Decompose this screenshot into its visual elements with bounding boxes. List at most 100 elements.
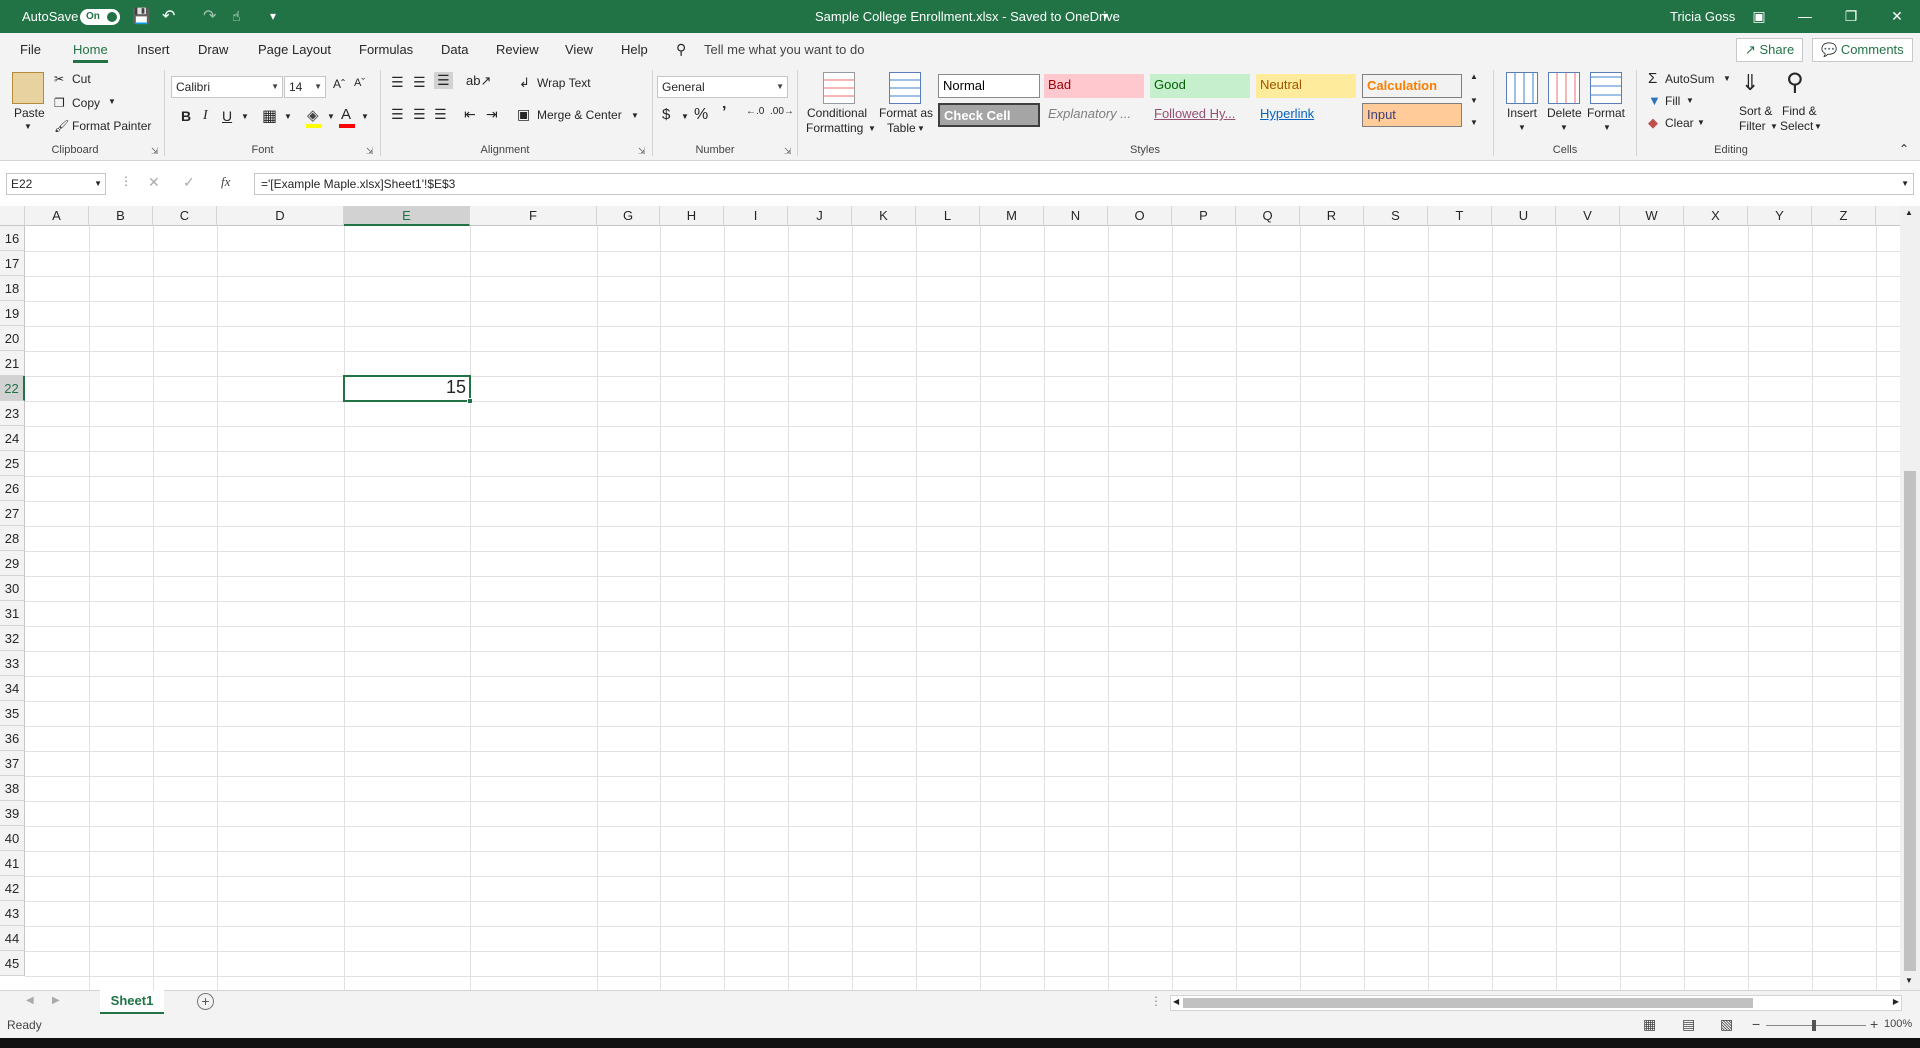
undo-icon[interactable]: ↶ xyxy=(162,0,175,33)
row-header[interactable]: 28 xyxy=(0,526,25,551)
share-button[interactable]: ↗ Share xyxy=(1736,38,1804,62)
document-title[interactable]: Sample College Enrollment.xlsx - Saved t… xyxy=(815,0,1120,33)
row-header-selected[interactable]: 22 xyxy=(0,376,25,401)
horizontal-scroll-thumb[interactable] xyxy=(1183,998,1753,1008)
column-header[interactable]: B xyxy=(89,206,153,226)
merge-center-icon[interactable]: ▣ xyxy=(517,106,530,123)
row-header[interactable]: 20 xyxy=(0,326,25,351)
autosave-toggle[interactable]: On xyxy=(80,9,120,25)
row-header[interactable]: 34 xyxy=(0,676,25,701)
row-header[interactable]: 44 xyxy=(0,926,25,951)
number-launcher-icon[interactable]: ⇲ xyxy=(784,146,792,157)
fill-dropdown-icon[interactable]: ▼ xyxy=(327,112,335,121)
row-header[interactable]: 37 xyxy=(0,751,25,776)
font-color-icon[interactable]: A xyxy=(341,106,351,123)
next-sheet-icon[interactable]: ▶ xyxy=(52,995,60,1006)
paste-dropdown-icon[interactable]: ▼ xyxy=(24,122,32,131)
scroll-up-icon[interactable]: ▲ xyxy=(1905,208,1913,217)
align-top-icon[interactable]: ☰ xyxy=(391,74,404,91)
column-header[interactable]: C xyxy=(153,206,217,226)
column-header[interactable]: L xyxy=(916,206,980,226)
row-header[interactable]: 24 xyxy=(0,426,25,451)
column-header[interactable]: H xyxy=(660,206,724,226)
font-family-select[interactable]: Calibri ▼ xyxy=(171,76,283,98)
row-header[interactable]: 45 xyxy=(0,951,25,976)
autosum-button[interactable]: AutoSum xyxy=(1665,72,1714,86)
tell-me-search[interactable]: Tell me what you want to do xyxy=(704,33,864,66)
fill-color-icon[interactable]: ◈ xyxy=(307,106,319,124)
minimize-button[interactable]: — xyxy=(1782,0,1828,33)
row-header[interactable]: 17 xyxy=(0,251,25,276)
cut-button[interactable]: Cut xyxy=(72,72,91,86)
fill-button[interactable]: Fill xyxy=(1665,94,1680,108)
styles-more-icon[interactable]: ▼ xyxy=(1470,118,1478,127)
style-neutral[interactable]: Neutral xyxy=(1256,74,1356,98)
fill-handle[interactable] xyxy=(467,398,473,404)
find-select-label-2[interactable]: Select xyxy=(1780,119,1813,133)
percent-icon[interactable]: % xyxy=(694,106,708,124)
row-header[interactable]: 42 xyxy=(0,876,25,901)
column-header[interactable]: G xyxy=(597,206,660,226)
styles-scroll-up-icon[interactable]: ▲ xyxy=(1470,72,1478,81)
format-as-table-label[interactable]: Format as xyxy=(879,106,933,120)
column-header[interactable]: W xyxy=(1620,206,1684,226)
clear-dropdown-icon[interactable]: ▼ xyxy=(1697,118,1705,127)
tab-formulas[interactable]: Formulas xyxy=(359,33,413,66)
cancel-icon[interactable]: ✕ xyxy=(148,174,160,191)
italic-button[interactable]: I xyxy=(203,108,208,124)
find-dropdown-icon[interactable]: ▼ xyxy=(1814,122,1822,131)
column-header[interactable]: Z xyxy=(1812,206,1876,226)
style-explanatory[interactable]: Explanatory ... xyxy=(1044,103,1144,127)
row-header[interactable]: 26 xyxy=(0,476,25,501)
scroll-down-icon[interactable]: ▼ xyxy=(1905,976,1913,985)
sort-dropdown-icon[interactable]: ▼ xyxy=(1770,122,1778,131)
insert-cells-icon[interactable] xyxy=(1506,72,1538,104)
column-header[interactable]: N xyxy=(1044,206,1108,226)
table-dropdown-icon[interactable]: ▼ xyxy=(917,124,925,133)
fill-dropdown-icon[interactable]: ▼ xyxy=(1686,96,1694,105)
ribbon-display-icon[interactable]: ▣ xyxy=(1736,0,1782,33)
column-header[interactable]: J xyxy=(788,206,852,226)
paste-icon[interactable] xyxy=(12,72,44,104)
zoom-in-icon[interactable]: + xyxy=(1870,1016,1878,1032)
format-painter-button[interactable]: Format Painter xyxy=(72,119,151,133)
zoom-slider-thumb[interactable] xyxy=(1812,1020,1816,1031)
active-cell-e22[interactable]: 15 xyxy=(343,375,473,404)
row-header[interactable]: 43 xyxy=(0,901,25,926)
column-header[interactable]: I xyxy=(724,206,788,226)
tab-data[interactable]: Data xyxy=(441,33,468,66)
format-as-table-label-2[interactable]: Table xyxy=(887,121,916,135)
insert-dropdown-icon[interactable]: ▼ xyxy=(1518,123,1526,132)
sort-filter-icon[interactable]: ⇓ xyxy=(1741,70,1759,96)
row-header[interactable]: 38 xyxy=(0,776,25,801)
currency-icon[interactable]: $ xyxy=(662,106,670,123)
tab-help[interactable]: Help xyxy=(621,33,648,66)
enter-icon[interactable]: ✓ xyxy=(183,174,195,191)
zoom-slider[interactable] xyxy=(1766,1025,1866,1026)
column-header[interactable]: R xyxy=(1300,206,1364,226)
scroll-left-icon[interactable]: ◀ xyxy=(1173,997,1179,1006)
style-input[interactable]: Input xyxy=(1362,103,1462,127)
decrease-indent-icon[interactable]: ⇤ xyxy=(464,106,476,123)
sheet-tab-sheet1[interactable]: Sheet1 xyxy=(100,990,164,1014)
underline-dropdown-icon[interactable]: ▼ xyxy=(241,112,249,121)
tab-insert[interactable]: Insert xyxy=(137,33,170,66)
normal-view-icon[interactable]: ▦ xyxy=(1643,1016,1656,1033)
align-center-icon[interactable]: ☰ xyxy=(413,106,426,123)
alignment-launcher-icon[interactable]: ⇲ xyxy=(638,146,646,157)
copy-button[interactable]: Copy xyxy=(72,96,100,110)
row-header[interactable]: 27 xyxy=(0,501,25,526)
decrease-font-icon[interactable]: Aˇ xyxy=(354,77,365,89)
row-header[interactable]: 33 xyxy=(0,651,25,676)
merge-center-button[interactable]: Merge & Center xyxy=(537,108,622,122)
tab-home[interactable]: Home xyxy=(73,33,108,66)
format-as-table-icon[interactable] xyxy=(889,72,921,104)
column-header[interactable]: V xyxy=(1556,206,1620,226)
column-header[interactable]: O xyxy=(1108,206,1172,226)
borders-dropdown-icon[interactable]: ▼ xyxy=(284,112,292,121)
column-header[interactable]: T xyxy=(1428,206,1492,226)
row-header[interactable]: 31 xyxy=(0,601,25,626)
vertical-scroll-thumb[interactable] xyxy=(1904,471,1916,971)
insert-function-button[interactable]: fx xyxy=(221,174,230,190)
increase-decimal-icon[interactable]: ←.0 xyxy=(746,106,764,117)
